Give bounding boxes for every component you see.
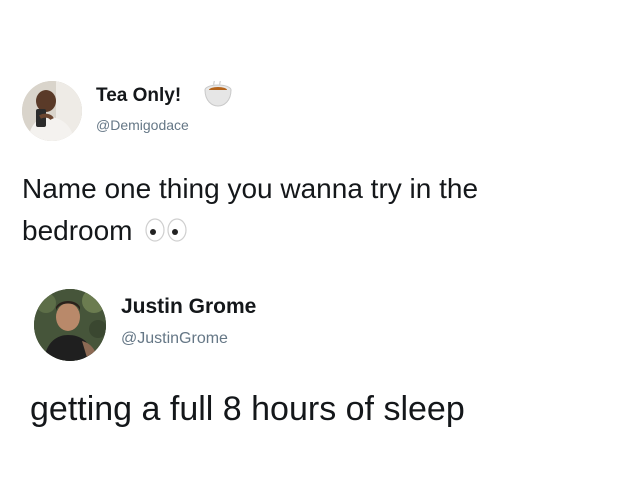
avatar-tea-only[interactable] [22, 81, 82, 141]
tweet-text: getting a full 8 hours of sleep [30, 390, 465, 428]
display-name[interactable]: Tea Only! [96, 85, 181, 107]
tweet-text-line: bedroom [22, 215, 133, 246]
avatar-justin-grome[interactable] [34, 289, 106, 361]
tweet-text: Name one thing you wanna try in the bedr… [22, 168, 622, 252]
display-name[interactable]: Justin Grome [121, 295, 256, 319]
handle[interactable]: @JustinGrome [121, 330, 228, 348]
tea-cup-icon [204, 81, 232, 107]
tweet-text-line-with-emoji: bedroom [22, 210, 622, 252]
handle[interactable]: @Demigodace [96, 117, 189, 133]
avatar-image [34, 289, 106, 361]
avatar-image [22, 81, 82, 141]
eyes-icon [144, 218, 187, 242]
tweet-text-line: Name one thing you wanna try in the [22, 173, 479, 204]
